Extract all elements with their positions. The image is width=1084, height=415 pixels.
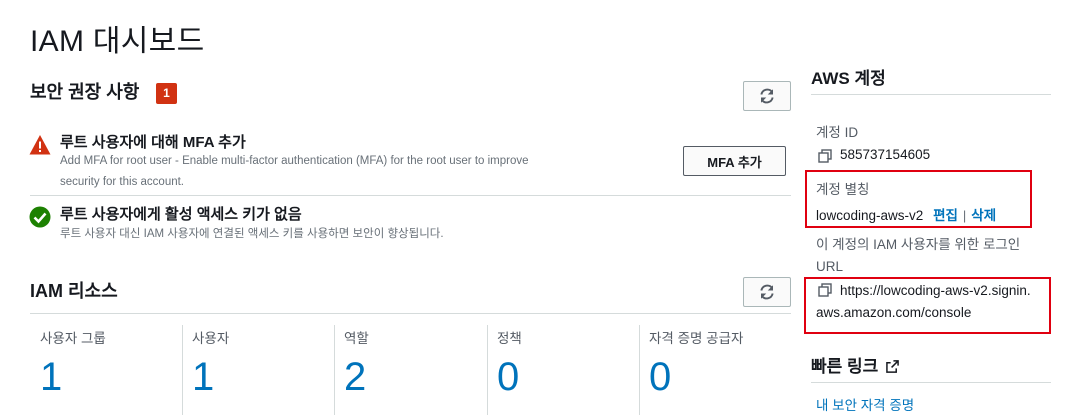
- column-separator: [639, 325, 640, 415]
- quick-links-title-text: 빠른 링크: [811, 357, 879, 376]
- resource-label: 사용자: [192, 331, 230, 346]
- quick-links-title: 빠른 링크: [811, 352, 899, 377]
- column-separator: [182, 325, 183, 415]
- resource-count-link[interactable]: 0: [649, 355, 671, 400]
- alias-highlight-box: [805, 170, 1032, 228]
- column-separator: [334, 325, 335, 415]
- resources-refresh-button[interactable]: [743, 277, 791, 307]
- resource-users[interactable]: 사용자 1: [182, 325, 332, 415]
- recommendation-mfa-description-line2: security for this account.: [60, 176, 184, 188]
- resource-label: 정책: [497, 331, 522, 346]
- aws-account-divider: [811, 94, 1051, 95]
- resource-label: 역할: [344, 331, 369, 346]
- add-mfa-button[interactable]: MFA 추가: [683, 146, 786, 176]
- external-link-icon: [886, 360, 899, 373]
- resource-user-groups[interactable]: 사용자 그룹 1: [30, 325, 180, 415]
- security-recommendations-title: 보안 권장 사항: [30, 82, 140, 102]
- recommendation-mfa-description: Add MFA for root user - Enable multi-fac…: [60, 151, 529, 193]
- resource-label: 자격 증명 공급자: [649, 331, 744, 346]
- success-check-icon: [29, 206, 51, 228]
- recommendation-count-badge: 1: [156, 83, 177, 104]
- recommendation-mfa-title: 루트 사용자에 대해 MFA 추가: [60, 134, 246, 151]
- recommendation-access-key-description: 루트 사용자 대신 IAM 사용자에 연결된 액세스 키를 사용하면 보안이 향…: [60, 228, 444, 240]
- refresh-icon: [760, 284, 774, 300]
- security-refresh-button[interactable]: [743, 81, 791, 111]
- resource-identity-providers[interactable]: 자격 증명 공급자 0: [639, 325, 789, 415]
- warning-icon: [29, 135, 51, 155]
- recommendation-mfa-description-line1: Add MFA for root user - Enable multi-fac…: [60, 155, 529, 167]
- resource-count-link[interactable]: 1: [192, 355, 214, 400]
- recommendation-access-key-title: 루트 사용자에게 활성 액세스 키가 없음: [60, 206, 302, 223]
- copy-icon[interactable]: [818, 149, 832, 163]
- refresh-icon: [760, 88, 774, 104]
- resource-label: 사용자 그룹: [40, 331, 106, 346]
- resources-divider: [30, 313, 791, 314]
- recommendation-divider: [30, 195, 791, 196]
- column-separator: [487, 325, 488, 415]
- resource-policies[interactable]: 정책 0: [487, 325, 637, 415]
- aws-account-title: AWS 계정: [811, 69, 886, 88]
- signin-url-label-line2: URL: [816, 259, 844, 274]
- resource-count-link[interactable]: 2: [344, 355, 366, 400]
- account-id-value: 585737154605: [840, 147, 931, 162]
- resource-count-link[interactable]: 0: [497, 355, 519, 400]
- quick-links-divider: [811, 382, 1051, 383]
- signin-url-label-line1: 이 계정의 IAM 사용자를 위한 로그인: [816, 237, 1021, 252]
- signin-url-highlight-box: [804, 277, 1051, 334]
- iam-resources-title: IAM 리소스: [30, 281, 118, 301]
- signin-url-label: 이 계정의 IAM 사용자를 위한 로그인 URL: [816, 234, 1020, 278]
- page-title: IAM 대시보드: [30, 25, 205, 58]
- resource-roles[interactable]: 역할 2: [334, 325, 484, 415]
- resource-count-link[interactable]: 1: [40, 355, 62, 400]
- my-security-credentials-link[interactable]: 내 보안 자격 증명: [816, 394, 914, 414]
- account-id-label: 계정 ID: [816, 125, 859, 140]
